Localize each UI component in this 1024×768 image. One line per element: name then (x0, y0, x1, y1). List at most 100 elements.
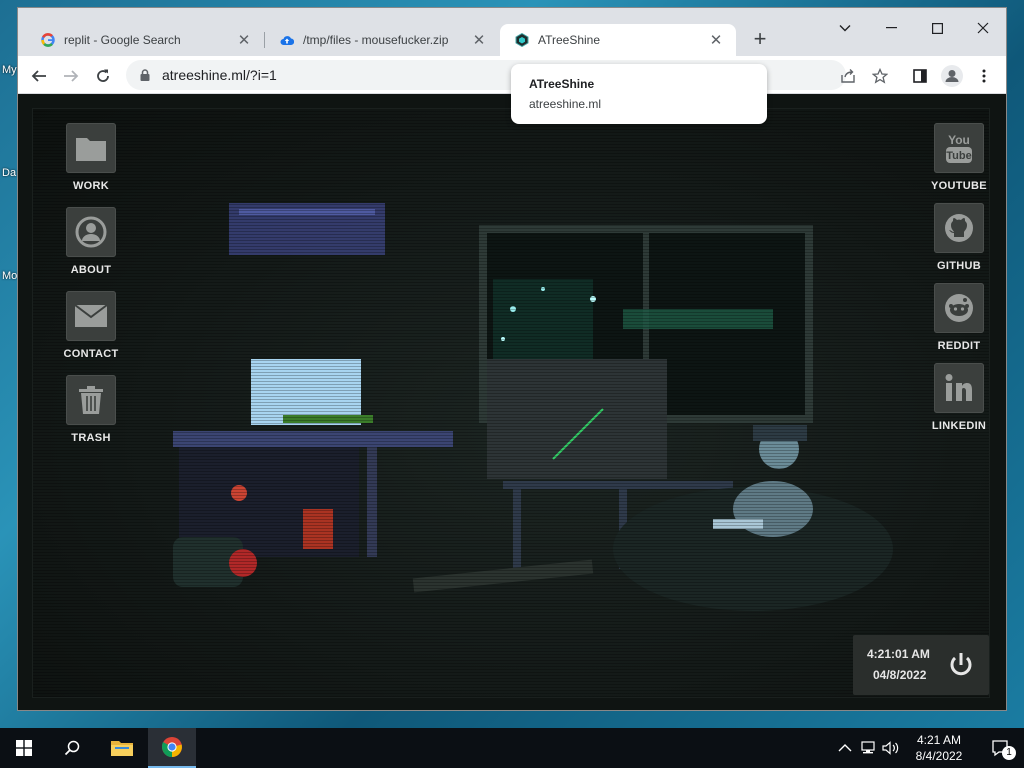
about-label: ABOUT (70, 264, 112, 276)
tab-strip: replit - Google Search ✕ /tmp/files - mo… (18, 8, 1006, 56)
avatar-icon (941, 65, 963, 87)
hover-card-title: ATreeShine (529, 77, 595, 91)
page-content: WORK ABOUT CONTACT TRASH You Tube YOUTUB… (18, 94, 1006, 710)
taskbar-date: 8/4/2022 (915, 749, 963, 763)
minimize-button[interactable] (868, 14, 914, 42)
power-icon[interactable] (945, 649, 977, 681)
arrow-right-icon (64, 70, 79, 82)
tab-search-button[interactable] (822, 14, 868, 42)
contact-shortcut[interactable]: CONTACT (61, 291, 121, 360)
side-panel-icon (913, 69, 927, 83)
menu-button[interactable] (972, 64, 996, 88)
browser-window: replit - Google Search ✕ /tmp/files - mo… (18, 8, 1006, 710)
desktop-label-2: Da (2, 167, 17, 179)
youtube-icon: You Tube (946, 133, 972, 163)
chevron-up-icon[interactable] (838, 743, 852, 753)
room-illustration (173, 203, 893, 611)
share-button[interactable] (836, 64, 860, 88)
work-icon-box (66, 123, 116, 173)
clock-date: 04/8/2022 (873, 668, 927, 682)
notification-count: 1 (1002, 746, 1016, 760)
search-icon (64, 740, 80, 756)
close-icon[interactable]: ✕ (708, 31, 724, 49)
contact-icon-box (66, 291, 116, 341)
tab-title: /tmp/files - mousefucker.zip (303, 33, 449, 47)
clock-time: 4:21:01 AM (867, 647, 930, 661)
cloud-upload-icon (279, 32, 295, 48)
reddit-link[interactable]: REDDIT (929, 283, 989, 352)
github-icon (945, 214, 973, 242)
folder-icon (76, 138, 106, 161)
taskbar-time: 4:21 AM (916, 733, 962, 747)
github-link[interactable]: GITHUB (929, 203, 989, 272)
maximize-button[interactable] (914, 14, 960, 42)
github-icon-box (934, 203, 984, 253)
contact-label: CONTACT (63, 348, 119, 360)
minimize-icon (885, 27, 897, 29)
system-tray (838, 728, 900, 768)
taskbar: 4:21 AM 8/4/2022 1 (0, 728, 1024, 768)
chrome-taskbar-button[interactable] (148, 728, 196, 768)
reddit-icon (945, 294, 973, 322)
atreeshine-logo-icon (514, 32, 530, 48)
new-tab-button[interactable]: + (748, 28, 772, 52)
clock-widget: 4:21:01 AM 04/8/2022 (853, 635, 989, 695)
bookmark-button[interactable] (868, 64, 892, 88)
linkedin-icon (945, 374, 972, 401)
user-icon (75, 216, 107, 248)
close-icon[interactable]: ✕ (471, 31, 487, 49)
close-window-button[interactable] (960, 14, 1006, 42)
lock-icon (140, 69, 150, 81)
tab-atreeshine[interactable]: ATreeShine ✕ (500, 24, 736, 56)
action-center-button[interactable]: 1 (976, 728, 1024, 768)
windows-logo-icon (16, 740, 32, 756)
about-icon-box (66, 207, 116, 257)
desktop-label-1: My (2, 64, 17, 76)
network-icon[interactable] (860, 741, 876, 755)
folder-icon (111, 741, 133, 756)
reddit-label: REDDIT (937, 340, 981, 352)
side-panel-button[interactable] (908, 64, 932, 88)
tab-title: ATreeShine (538, 33, 601, 47)
mail-icon (74, 304, 108, 327)
trash-shortcut[interactable]: TRASH (61, 375, 121, 444)
tab-hover-card: ATreeShine atreeshine.ml (511, 64, 767, 124)
tab-google-search[interactable]: replit - Google Search ✕ (26, 24, 264, 56)
google-icon (40, 32, 56, 48)
youtube-icon-box: You Tube (934, 123, 984, 173)
reload-icon (97, 69, 109, 82)
reload-button[interactable] (90, 63, 116, 89)
star-icon (872, 68, 888, 84)
tab-title: replit - Google Search (64, 33, 181, 47)
file-explorer-button[interactable] (98, 728, 146, 768)
back-button[interactable] (26, 63, 52, 89)
start-button[interactable] (0, 728, 48, 768)
chevron-down-icon (839, 25, 851, 32)
svg-text:Tube: Tube (946, 150, 971, 162)
youtube-link[interactable]: You Tube YOUTUBE (929, 123, 989, 192)
profile-button[interactable] (940, 64, 964, 88)
work-shortcut[interactable]: WORK (61, 123, 121, 192)
linkedin-label: LINKEDIN (931, 420, 987, 432)
more-vertical-icon (982, 69, 986, 83)
forward-button[interactable] (58, 63, 84, 89)
tab-tmp-files[interactable]: /tmp/files - mousefucker.zip ✕ (265, 24, 499, 56)
share-icon (841, 69, 855, 83)
url-text: atreeshine.ml/?i=1 (162, 67, 277, 83)
linkedin-icon-box (934, 363, 984, 413)
youtube-label: YOUTUBE (931, 180, 987, 192)
arrow-left-icon (31, 70, 46, 82)
trash-icon-box (66, 375, 116, 425)
pixel-room-scene: WORK ABOUT CONTACT TRASH You Tube YOUTUB… (32, 108, 990, 698)
hover-card-url: atreeshine.ml (529, 97, 602, 111)
volume-icon[interactable] (882, 741, 900, 755)
close-icon (977, 22, 989, 34)
linkedin-link[interactable]: LINKEDIN (929, 363, 989, 432)
close-icon[interactable]: ✕ (236, 31, 252, 49)
search-button[interactable] (48, 728, 96, 768)
maximize-icon (931, 22, 943, 34)
about-shortcut[interactable]: ABOUT (61, 207, 121, 276)
github-label: GITHUB (937, 260, 981, 272)
taskbar-clock[interactable]: 4:21 AM 8/4/2022 (904, 732, 974, 764)
svg-text:You: You (948, 133, 970, 147)
